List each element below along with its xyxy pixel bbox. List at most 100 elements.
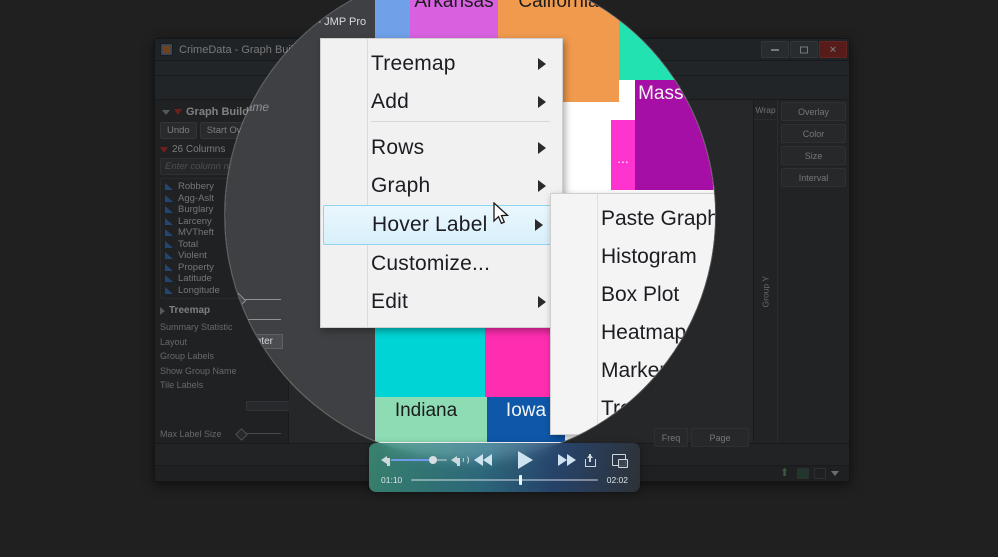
screen: CrimeData - Graph Builder 9 - JMP Pro ✕ … bbox=[0, 0, 998, 557]
chevron-right-icon bbox=[538, 180, 546, 192]
submenu-item-tree[interactable]: Tre bbox=[551, 390, 715, 428]
submenu-item-histogram[interactable]: Histogram bbox=[551, 238, 715, 276]
interval-zone[interactable]: Interval bbox=[781, 168, 846, 187]
group-y-label: Group Y bbox=[760, 275, 771, 307]
treemap-tile[interactable] bbox=[619, 0, 715, 80]
hover-label-submenu[interactable]: Paste Graphlet Histogram Box Plot Heatma… bbox=[550, 193, 715, 435]
submenu-item-paste-graphlet[interactable]: Paste Graphlet bbox=[551, 200, 715, 238]
menu-item-rows[interactable]: Rows bbox=[321, 129, 562, 167]
menu-item-add[interactable]: Add bbox=[321, 83, 562, 121]
treemap-tile[interactable]: Massa... bbox=[635, 80, 713, 190]
disclosure-triangle-icon[interactable] bbox=[160, 306, 165, 315]
menu-item-label: Edit bbox=[371, 290, 408, 313]
menu-separator bbox=[371, 121, 550, 122]
menu-item-graph[interactable]: Graph bbox=[321, 167, 562, 205]
menu-item-label: Graph bbox=[371, 174, 431, 197]
column-label: Violent bbox=[178, 250, 207, 262]
continuous-column-icon bbox=[165, 194, 173, 202]
player-timeline-row: 01:10 02:02 bbox=[369, 474, 640, 486]
continuous-column-icon bbox=[165, 240, 173, 248]
play-icon[interactable] bbox=[517, 451, 533, 469]
option-label: Summary Statistic bbox=[160, 322, 233, 333]
columns-red-triangle-icon[interactable] bbox=[160, 146, 168, 153]
close-button[interactable]: ✕ bbox=[819, 41, 847, 58]
window-controls: ✕ bbox=[761, 41, 847, 58]
magnified-max-label-size-slider[interactable] bbox=[233, 294, 281, 305]
magnified-content: Arkansas California Alaska Arizona Delaw… bbox=[225, 0, 715, 460]
red-triangle-menu-icon[interactable] bbox=[174, 109, 182, 115]
picture-in-picture-icon[interactable] bbox=[612, 454, 628, 468]
volume-knob[interactable] bbox=[429, 456, 437, 464]
submenu-item-label: Heatmap bbox=[601, 321, 687, 344]
rewind-icon[interactable] bbox=[473, 453, 494, 467]
chevron-right-icon bbox=[538, 96, 546, 108]
speaker-icon[interactable] bbox=[381, 456, 390, 466]
context-menu[interactable]: Treemap Add Rows Graph Hover Label Custo… bbox=[320, 38, 563, 328]
blank-swatch-icon[interactable] bbox=[814, 468, 826, 479]
total-time: 02:02 bbox=[606, 475, 628, 485]
video-player-controls[interactable]: 01:10 02:02 bbox=[369, 443, 640, 492]
menu-item-customize[interactable]: Customize... bbox=[321, 245, 562, 283]
undo-button[interactable]: Undo bbox=[160, 122, 197, 139]
disclosure-triangle-icon[interactable] bbox=[162, 109, 170, 115]
magnified-variables-expander-icon[interactable] bbox=[235, 402, 241, 412]
option-label: Tile Labels bbox=[160, 380, 204, 391]
submenu-item-box-plot[interactable]: Box Plot bbox=[551, 276, 715, 314]
minimize-button[interactable] bbox=[761, 41, 789, 58]
menu-item-hover-label[interactable]: Hover Label bbox=[323, 205, 560, 245]
chevron-down-icon[interactable] bbox=[831, 471, 839, 476]
speaker-loud-icon[interactable] bbox=[451, 455, 469, 466]
fast-forward-icon[interactable] bbox=[557, 453, 577, 467]
volume-slider[interactable] bbox=[391, 456, 447, 464]
magnified-label-justification-select[interactable]: Center bbox=[233, 334, 284, 349]
column-label: Agg-Aslt bbox=[178, 192, 214, 204]
columns-count-label: 26 Columns bbox=[172, 144, 226, 155]
size-zone[interactable]: Size bbox=[781, 146, 846, 165]
menu-item-label: Customize... bbox=[371, 252, 491, 275]
scrubber-track[interactable] bbox=[411, 475, 598, 485]
continuous-column-icon bbox=[165, 263, 173, 271]
treemap-tile[interactable]: M bbox=[713, 80, 715, 190]
submenu-item-label: Histogram bbox=[601, 245, 697, 268]
submenu-item-label: Tre bbox=[601, 397, 632, 420]
share-icon[interactable] bbox=[585, 453, 596, 467]
color-zone[interactable]: Color bbox=[781, 124, 846, 143]
menu-item-label: Treemap bbox=[371, 52, 456, 75]
menu-item-label: Add bbox=[371, 90, 409, 113]
continuous-column-icon bbox=[165, 206, 173, 214]
column-label: Robbery bbox=[178, 181, 214, 193]
setting-label: Max Label Size bbox=[160, 428, 222, 439]
column-label: Property bbox=[178, 261, 214, 273]
continuous-column-icon bbox=[165, 252, 173, 260]
column-label: MVTheft bbox=[178, 227, 214, 239]
submenu-item-heatmap[interactable]: Heatmap bbox=[551, 314, 715, 352]
magnified-show-frames-checkbox[interactable] bbox=[235, 358, 248, 373]
magnified-column-search[interactable]: Enter column name bbox=[225, 100, 269, 114]
treemap-tile[interactable]: Indiana bbox=[365, 397, 487, 442]
scrubber-knob[interactable] bbox=[519, 475, 522, 485]
chevron-right-icon bbox=[535, 219, 543, 231]
menu-item-edit[interactable]: Edit bbox=[321, 283, 562, 321]
up-arrow-icon[interactable]: ⬆ bbox=[780, 468, 792, 479]
wrap-zone[interactable]: Wrap bbox=[754, 100, 777, 120]
export-icon[interactable] bbox=[797, 468, 809, 479]
magnified-implicit-color-checkbox[interactable] bbox=[235, 378, 248, 393]
submenu-item-marker[interactable]: Marker bbox=[551, 352, 715, 390]
player-transport-row bbox=[369, 449, 640, 471]
maximize-button[interactable] bbox=[790, 41, 818, 58]
magnified-window-title: CrimeData - Graph Builder 9 - JMP Pro bbox=[225, 16, 367, 28]
volume-control[interactable] bbox=[381, 455, 469, 466]
player-right-icons bbox=[585, 453, 628, 468]
menu-item-label: Hover Label bbox=[372, 213, 488, 236]
continuous-column-icon bbox=[165, 275, 173, 283]
mouse-cursor-icon bbox=[493, 202, 509, 225]
menu-item-treemap[interactable]: Treemap bbox=[321, 45, 562, 83]
magnified-label-threshold-slider[interactable] bbox=[233, 314, 281, 325]
treemap-tile[interactable]: ... bbox=[611, 120, 635, 190]
magnified-panel-title: Graph Builder bbox=[225, 52, 265, 68]
volume-fill bbox=[391, 459, 433, 461]
submenu-item-label: Box Plot bbox=[601, 283, 680, 306]
magnified-done-button[interactable]: Do bbox=[225, 74, 244, 92]
group-y-zone[interactable]: Wrap Group Y bbox=[754, 100, 778, 481]
overlay-zone[interactable]: Overlay bbox=[781, 102, 846, 121]
